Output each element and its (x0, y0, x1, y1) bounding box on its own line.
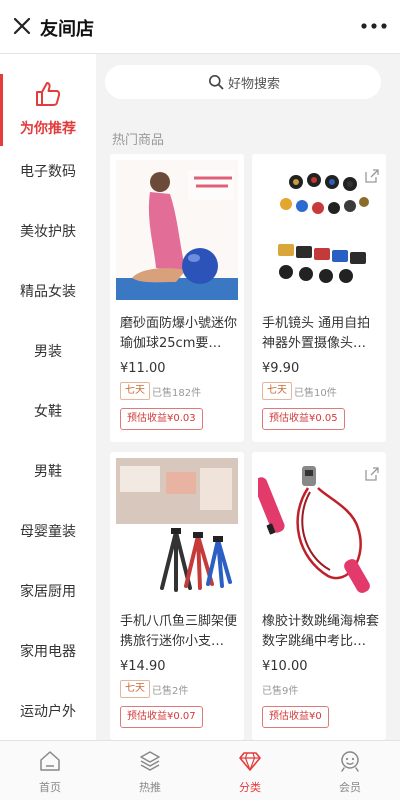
sidebar-item-beauty[interactable]: 美妆护肤 (0, 202, 96, 262)
tab-label: 会员 (339, 781, 361, 794)
sidebar-item-baby[interactable]: 母婴童装 (0, 502, 96, 562)
product-price: ¥11.00 (120, 361, 166, 376)
product-image (258, 160, 380, 300)
product-image (258, 458, 380, 598)
sold-count: 已售182件 (152, 388, 202, 399)
product-card[interactable]: 磨砂面防爆小號迷你瑜伽球25cm要… ¥11.00 七天 已售182件 预估收益… (110, 154, 244, 442)
sold-count: 已售9件 (262, 686, 299, 697)
tab-member[interactable]: 会员 (300, 741, 400, 800)
home-icon (40, 751, 60, 771)
tab-hot[interactable]: 热推 (100, 741, 200, 800)
product-price: ¥10.00 (262, 659, 308, 674)
tab-label: 首页 (39, 781, 61, 794)
share-icon[interactable] (364, 466, 380, 482)
product-price: ¥14.90 (120, 659, 166, 674)
sold-count: 已售2件 (152, 686, 189, 697)
layers-icon (140, 751, 160, 771)
tab-home[interactable]: 首页 (0, 741, 100, 800)
thumbs-up-icon (36, 82, 61, 106)
product-card[interactable]: 手机八爪鱼三脚架便携旅行迷你小支… ¥14.90 七天 已售2件 预估收益¥0.… (110, 452, 244, 740)
bottom-tab-bar: 首页 热推 分类 会员 (0, 740, 400, 800)
sidebar-item-appliances[interactable]: 家用电器 (0, 622, 96, 682)
sold-count: 已售10件 (294, 388, 337, 399)
search-icon (209, 75, 224, 90)
more-icon[interactable] (358, 16, 390, 36)
product-image (116, 458, 238, 598)
product-card[interactable]: 手机镜头 通用自拍神器外置摄像头… ¥9.90 七天 已售10件 预估收益¥0.… (252, 154, 386, 442)
product-name: 手机八爪鱼三脚架便携旅行迷你小支… (120, 614, 238, 649)
return-policy-badge: 七天 (120, 382, 150, 400)
estimated-earnings-badge: 预估收益¥0 (262, 706, 329, 728)
product-image (116, 160, 238, 300)
category-sidebar: 为你推荐 电子数码 美妆护肤 精品女装 男装 女鞋 男鞋 母婴童装 家居厨用 家… (0, 54, 96, 740)
tab-label: 热推 (139, 781, 161, 794)
search-placeholder: 好物搜索 (228, 77, 281, 92)
product-name: 手机镜头 通用自拍神器外置摄像头… (262, 316, 371, 351)
product-name: 磨砂面防爆小號迷你瑜伽球25cm要… (120, 316, 238, 351)
sidebar-item-mens-shoes[interactable]: 男鞋 (0, 442, 96, 502)
product-name: 橡胶计数跳绳海棉套数字跳绳中考比… (262, 614, 380, 649)
close-icon[interactable] (8, 12, 36, 40)
diamond-icon (239, 752, 261, 771)
sidebar-item-sports[interactable]: 运动户外 (0, 682, 96, 742)
sidebar-item-digital[interactable]: 电子数码 (0, 142, 96, 202)
section-title: 热门商品 (112, 133, 165, 148)
return-policy-badge: 七天 (262, 382, 292, 400)
sidebar-item-home-kitchen[interactable]: 家居厨用 (0, 562, 96, 622)
app-header: 友间店 (0, 0, 400, 54)
estimated-earnings-badge: 预估收益¥0.07 (120, 706, 203, 728)
estimated-earnings-badge: 预估收益¥0.03 (120, 408, 203, 430)
sidebar-item-label: 为你推荐 (20, 121, 76, 137)
product-price: ¥9.90 (262, 361, 300, 376)
sidebar-item-womens-clothing[interactable]: 精品女装 (0, 262, 96, 322)
product-card[interactable]: 橡胶计数跳绳海棉套数字跳绳中考比… ¥10.00 已售9件 预估收益¥0 (252, 452, 386, 740)
estimated-earnings-badge: 预估收益¥0.05 (262, 408, 345, 430)
tab-category[interactable]: 分类 (200, 741, 300, 800)
member-icon (341, 751, 359, 772)
search-bar[interactable]: 好物搜索 (105, 65, 381, 99)
tab-label: 分类 (239, 781, 261, 794)
sidebar-item-womens-shoes[interactable]: 女鞋 (0, 382, 96, 442)
share-icon[interactable] (364, 168, 380, 184)
sidebar-item-mens-clothing[interactable]: 男装 (0, 322, 96, 382)
return-policy-badge: 七天 (120, 680, 150, 698)
page-title: 友间店 (40, 19, 94, 40)
